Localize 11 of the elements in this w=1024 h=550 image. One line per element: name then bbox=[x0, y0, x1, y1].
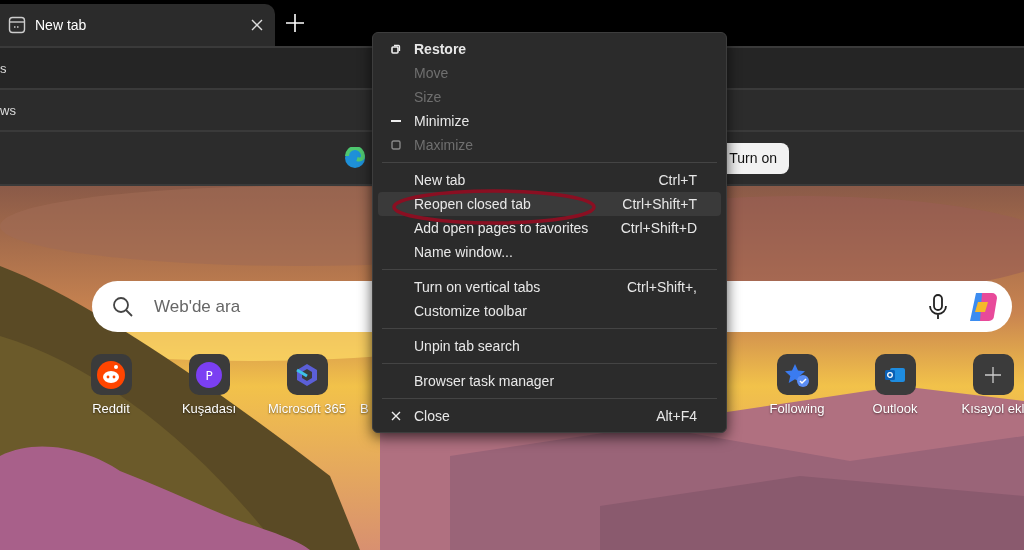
shortcut-label: Outlook bbox=[872, 401, 918, 416]
tab-title: New tab bbox=[35, 17, 88, 33]
shortcut-label: Following bbox=[769, 401, 825, 416]
shortcut-label: B bbox=[359, 401, 369, 416]
letter-avatar-icon: P bbox=[196, 361, 222, 388]
list-item-text: s bbox=[0, 60, 7, 76]
shortcut-label: Reddit bbox=[92, 401, 130, 416]
shortcut-label: Kuşadası bbox=[181, 401, 237, 416]
list-item-text: ws bbox=[0, 102, 16, 118]
shortcut-label: Microsoft 365 bbox=[267, 401, 346, 416]
shortcut-label: Kısayol ekl bbox=[961, 401, 1024, 416]
